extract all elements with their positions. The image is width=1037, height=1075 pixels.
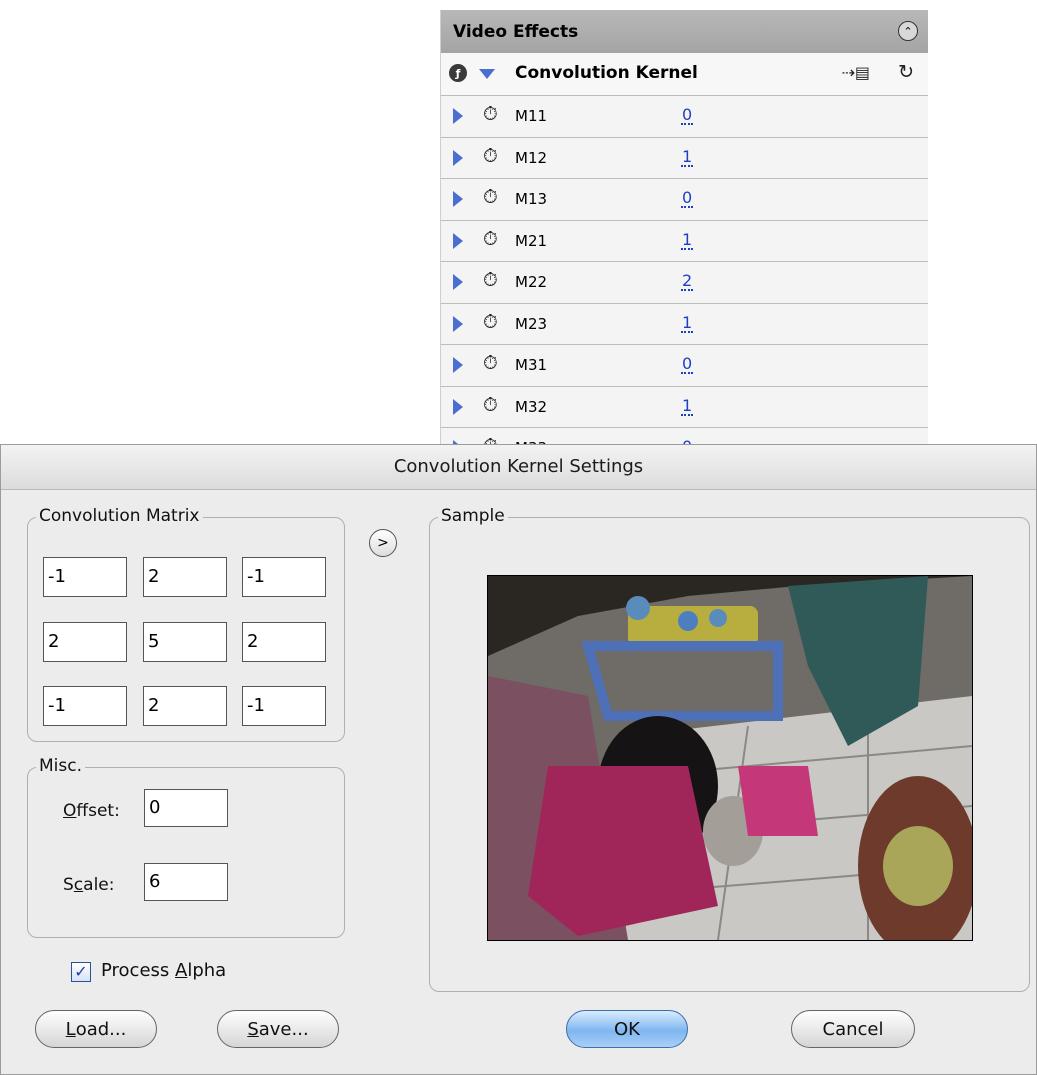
group-legend: Convolution Matrix [36, 506, 203, 526]
matrix-cell-1-2[interactable]: 2 [143, 557, 227, 597]
param-name: M13 [515, 190, 548, 208]
disclosure-closed-icon[interactable] [453, 232, 463, 249]
matrix-cell-3-3[interactable]: -1 [242, 686, 326, 726]
sample-preview-image [487, 575, 973, 941]
stopwatch-icon[interactable]: ⏱ [483, 186, 498, 208]
process-alpha-checkbox[interactable]: ✓ [71, 962, 91, 982]
param-row-m22: ⏱ M22 2 [441, 262, 928, 304]
param-name: M21 [515, 231, 548, 250]
offset-label: Offset: [63, 801, 120, 821]
dialog-title[interactable]: Convolution Kernel Settings [1, 445, 1036, 490]
scale-field[interactable]: 6 [144, 863, 228, 901]
stopwatch-icon[interactable]: ⏱ [483, 228, 498, 250]
param-value[interactable]: 0 [681, 355, 694, 374]
stopwatch-icon[interactable]: ⏱ [483, 311, 498, 333]
disclosure-closed-icon[interactable] [453, 357, 463, 373]
param-value[interactable]: 1 [681, 314, 694, 333]
matrix-cell-3-2[interactable]: 2 [143, 686, 227, 726]
panel-title: Video Effects [453, 21, 579, 42]
param-row-m13: ⏱ M13 0 [441, 179, 928, 221]
panel-header: Video Effects ⌃ [441, 10, 928, 53]
param-name: M11 [515, 107, 548, 125]
cancel-button[interactable]: Cancel [791, 1010, 915, 1048]
stopwatch-icon[interactable]: ⏱ [483, 394, 498, 416]
process-alpha-label[interactable]: Process Alpha [101, 960, 226, 981]
matrix-cell-2-1[interactable]: 2 [43, 622, 127, 662]
disclosure-closed-icon[interactable] [453, 191, 463, 207]
matrix-cell-1-3[interactable]: -1 [242, 557, 326, 597]
param-row-m23: ⏱ M23 1 [441, 304, 928, 345]
convolution-kernel-settings-dialog: Convolution Kernel Settings Convolution … [0, 444, 1037, 1075]
group-legend: Sample [438, 506, 508, 526]
video-effects-panel: Video Effects ⌃ ƒ Convolution Kernel ⇢▤ … [440, 10, 928, 458]
param-name: M12 [515, 148, 548, 167]
disclosure-closed-icon[interactable] [453, 149, 463, 166]
disclosure-closed-icon[interactable] [453, 274, 463, 290]
matrix-cell-2-3[interactable]: 2 [242, 622, 326, 662]
param-row-m31: ⏱ M31 0 [441, 345, 928, 387]
param-row-m11: ⏱ M11 0 [441, 96, 928, 138]
disclosure-closed-icon[interactable] [453, 315, 463, 332]
sample-photo [488, 576, 972, 940]
ok-button[interactable]: OK [566, 1010, 688, 1048]
param-value[interactable]: 0 [681, 189, 694, 208]
param-value[interactable]: 1 [681, 148, 694, 167]
disclosure-open-icon[interactable] [479, 69, 495, 79]
stopwatch-icon[interactable]: ⏱ [483, 269, 498, 291]
effect-name: Convolution Kernel [515, 63, 698, 83]
matrix-cell-2-2[interactable]: 5 [143, 622, 227, 662]
fx-toggle-icon[interactable]: ƒ [449, 64, 467, 82]
param-name: M22 [515, 273, 548, 291]
expand-arrow-button[interactable]: > [369, 529, 397, 557]
param-value[interactable]: 2 [681, 272, 694, 291]
param-row-m21: ⏱ M21 1 [441, 221, 928, 262]
matrix-cell-3-1[interactable]: -1 [43, 686, 127, 726]
double-chevron-up-icon[interactable]: ⌃ [898, 21, 918, 41]
preset-menu-icon[interactable]: ⇢▤ [841, 63, 870, 82]
save-button[interactable]: Save... [217, 1010, 339, 1048]
param-value[interactable]: 1 [681, 397, 694, 416]
disclosure-closed-icon[interactable] [453, 398, 463, 415]
stopwatch-icon[interactable]: ⏱ [483, 103, 498, 125]
group-legend: Misc. [36, 756, 85, 776]
disclosure-closed-icon[interactable] [453, 108, 463, 124]
matrix-cell-1-1[interactable]: -1 [43, 557, 127, 597]
param-value[interactable]: 1 [681, 231, 694, 250]
param-row-m32: ⏱ M32 1 [441, 387, 928, 428]
reset-icon[interactable]: ↻ [898, 61, 914, 83]
load-button[interactable]: Load... [35, 1010, 157, 1048]
scale-label: Scale: [63, 875, 115, 895]
param-name: M32 [515, 397, 548, 416]
param-value[interactable]: 0 [681, 106, 694, 125]
param-row-m12: ⏱ M12 1 [441, 138, 928, 179]
param-name: M23 [515, 314, 548, 333]
stopwatch-icon[interactable]: ⏱ [483, 145, 498, 167]
param-name: M31 [515, 356, 548, 374]
offset-field[interactable]: 0 [144, 789, 228, 827]
effect-header[interactable]: ƒ Convolution Kernel ⇢▤ ↻ [441, 53, 928, 96]
stopwatch-icon[interactable]: ⏱ [483, 352, 498, 374]
